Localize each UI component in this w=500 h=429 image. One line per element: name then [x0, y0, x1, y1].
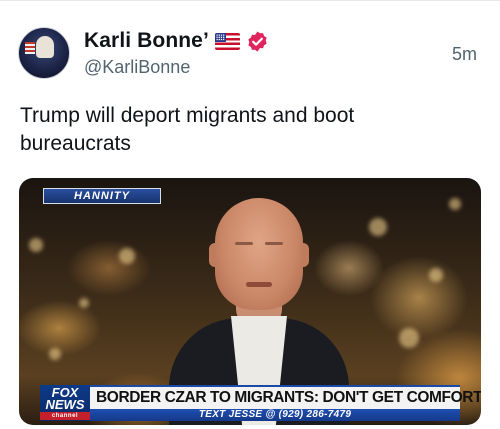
author-display-name[interactable]: Karli Bonne’ [84, 29, 209, 53]
fox-logo-line3: channel [40, 412, 90, 420]
show-logo-text: HANNITY [74, 190, 130, 202]
show-logo: HANNITY [43, 188, 161, 204]
top-divider [0, 0, 500, 1]
avatar[interactable] [18, 27, 70, 79]
post-media-video[interactable]: HANNITY FOX NEWS channel BORDER CZAR TO … [19, 178, 481, 425]
author-name-row: Karli Bonne’ [84, 27, 269, 55]
news-ticker-text: TEXT JESSE @ (929) 286-7479 [198, 409, 352, 420]
us-flag-icon [214, 32, 240, 50]
fox-logo-line2: NEWS [45, 397, 85, 412]
avatar-figure [36, 36, 54, 58]
verified-badge-icon [248, 30, 267, 52]
fox-news-logo: FOX NEWS channel [40, 385, 90, 421]
news-headline-bar: BORDER CZAR TO MIGRANTS: DON'T GET COMFO… [90, 385, 481, 409]
post-text: Trump will deport migrants and boot bure… [20, 104, 355, 155]
avatar-flag [25, 42, 35, 54]
author-handle[interactable]: @KarliBonne [84, 57, 190, 78]
post-timestamp[interactable]: 5m [452, 44, 477, 65]
news-headline: BORDER CZAR TO MIGRANTS: DON'T GET COMFO… [96, 389, 481, 406]
news-lower-third: FOX NEWS channel BORDER CZAR TO MIGRANTS… [40, 385, 481, 421]
news-ticker-bar: TEXT JESSE @ (929) 286-7479 [90, 409, 460, 421]
